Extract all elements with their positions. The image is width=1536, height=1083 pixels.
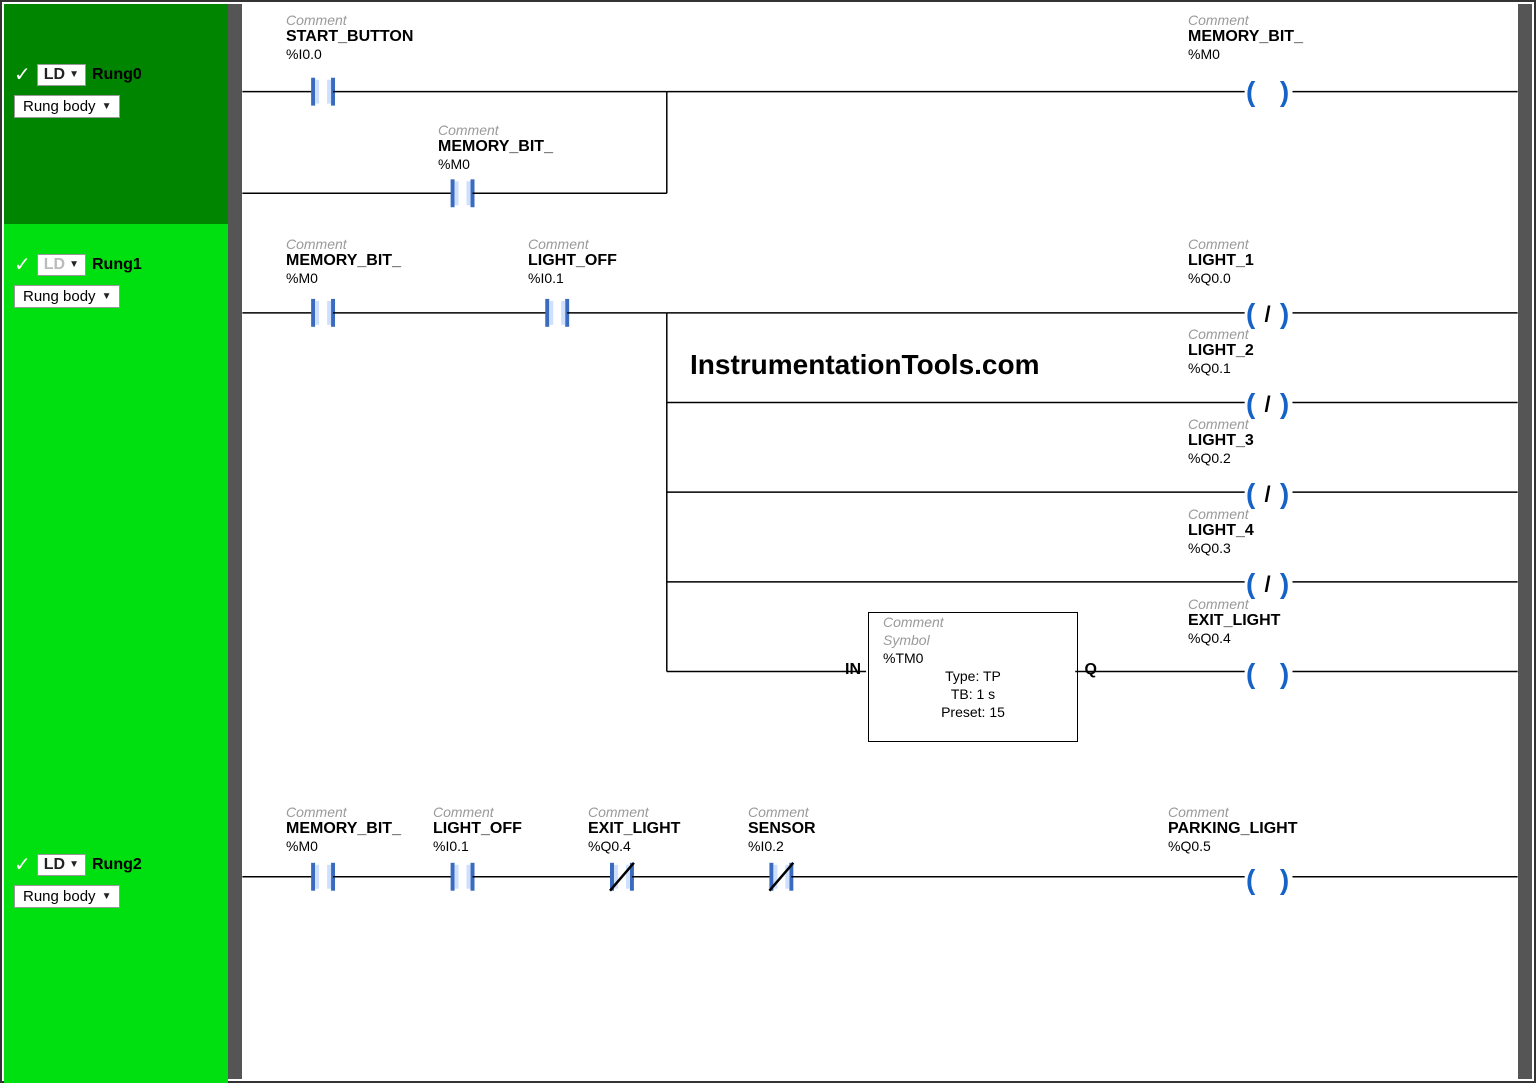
rung-panel-1[interactable]: ✓ LD ▼ Rung1 Rung body ▼ bbox=[4, 224, 228, 824]
language-dropdown[interactable]: LD ▼ bbox=[37, 854, 86, 876]
rung-body-label: Rung body bbox=[23, 288, 96, 305]
timer-type: Type: TP bbox=[869, 667, 1077, 685]
contact-light-off[interactable]: Comment LIGHT_OFF %I0.1 bbox=[528, 236, 617, 286]
rung-body-label: Rung body bbox=[23, 888, 96, 905]
check-icon: ✓ bbox=[14, 852, 31, 877]
ladder-wires bbox=[228, 4, 1532, 1079]
timer-timebase: TB: 1 s bbox=[869, 685, 1077, 703]
contact-memory-bit-r2[interactable]: Comment MEMORY_BIT_ %M0 bbox=[286, 804, 401, 854]
coil-light-2[interactable]: Comment LIGHT_2 %Q0.1 bbox=[1188, 326, 1254, 376]
rung-body-dropdown[interactable]: Rung body ▼ bbox=[14, 885, 120, 908]
coil-open-icon: ( ) bbox=[1246, 864, 1292, 896]
coil-memory-bit[interactable]: Comment MEMORY_BIT_ %M0 bbox=[1188, 12, 1303, 62]
rung-name-label: Rung1 bbox=[92, 256, 142, 274]
contact-light-off-r2[interactable]: Comment LIGHT_OFF %I0.1 bbox=[433, 804, 522, 854]
rung-body-dropdown[interactable]: Rung body ▼ bbox=[14, 285, 120, 308]
chevron-down-icon: ▼ bbox=[69, 69, 79, 80]
coil-light-3[interactable]: Comment LIGHT_3 %Q0.2 bbox=[1188, 416, 1254, 466]
chevron-down-icon: ▼ bbox=[102, 891, 112, 902]
language-dropdown-label: LD bbox=[44, 66, 65, 84]
watermark-text: InstrumentationTools.com bbox=[690, 349, 1040, 381]
contact-start-button[interactable]: Comment START_BUTTON %I0.0 bbox=[286, 12, 413, 62]
contact-exit-light-r2[interactable]: Comment EXIT_LIGHT %Q0.4 bbox=[588, 804, 680, 854]
rung-sidebar: ✓ LD ▼ Rung0 Rung body ▼ ✓ LD ▼ Rung1 bbox=[4, 4, 228, 1083]
rung-panel-0[interactable]: ✓ LD ▼ Rung0 Rung body ▼ bbox=[4, 4, 228, 224]
timer-comment: Comment bbox=[869, 613, 1077, 631]
coil-open-icon: ( ) bbox=[1246, 658, 1292, 690]
chevron-down-icon: ▼ bbox=[102, 101, 112, 112]
left-power-rail bbox=[228, 4, 242, 1079]
contact-memory-bit-branch[interactable]: Comment MEMORY_BIT_ %M0 bbox=[438, 122, 553, 172]
app-frame: ✓ LD ▼ Rung0 Rung body ▼ ✓ LD ▼ Rung1 bbox=[0, 0, 1536, 1083]
timer-in-port: IN bbox=[845, 661, 861, 679]
language-dropdown[interactable]: LD ▼ bbox=[37, 64, 86, 86]
rung-name-label: Rung0 bbox=[92, 66, 142, 84]
coil-exit-light[interactable]: Comment EXIT_LIGHT %Q0.4 bbox=[1188, 596, 1280, 646]
rung-name-label: Rung2 bbox=[92, 856, 142, 874]
coil-open-icon: ( ) bbox=[1246, 76, 1292, 108]
timer-address: %TM0 bbox=[869, 649, 1077, 667]
timer-symbol-label: Symbol bbox=[869, 631, 1077, 649]
timer-q-port: Q bbox=[1085, 661, 1097, 679]
contact-sensor-r2[interactable]: Comment SENSOR %I0.2 bbox=[748, 804, 816, 854]
right-power-rail bbox=[1518, 4, 1532, 1079]
check-icon: ✓ bbox=[14, 62, 31, 87]
coil-parking-light[interactable]: Comment PARKING_LIGHT %Q0.5 bbox=[1168, 804, 1297, 854]
chevron-down-icon: ▼ bbox=[102, 291, 112, 302]
rung-body-dropdown[interactable]: Rung body ▼ bbox=[14, 95, 120, 118]
timer-block[interactable]: IN Q Comment Symbol %TM0 Type: TP TB: 1 … bbox=[868, 612, 1078, 742]
timer-preset: Preset: 15 bbox=[869, 703, 1077, 721]
rung-body-label: Rung body bbox=[23, 98, 96, 115]
ladder-editor[interactable]: Comment START_BUTTON %I0.0 Comment MEMOR… bbox=[228, 4, 1532, 1079]
chevron-down-icon: ▼ bbox=[69, 259, 79, 270]
language-dropdown-label: LD bbox=[44, 256, 65, 274]
contact-memory-bit[interactable]: Comment MEMORY_BIT_ %M0 bbox=[286, 236, 401, 286]
language-dropdown[interactable]: LD ▼ bbox=[37, 254, 86, 276]
coil-light-1[interactable]: Comment LIGHT_1 %Q0.0 bbox=[1188, 236, 1254, 286]
language-dropdown-label: LD bbox=[44, 856, 65, 874]
rung-panel-2[interactable]: ✓ LD ▼ Rung2 Rung body ▼ bbox=[4, 824, 228, 1083]
chevron-down-icon: ▼ bbox=[69, 859, 79, 870]
check-icon: ✓ bbox=[14, 252, 31, 277]
coil-light-4[interactable]: Comment LIGHT_4 %Q0.3 bbox=[1188, 506, 1254, 556]
